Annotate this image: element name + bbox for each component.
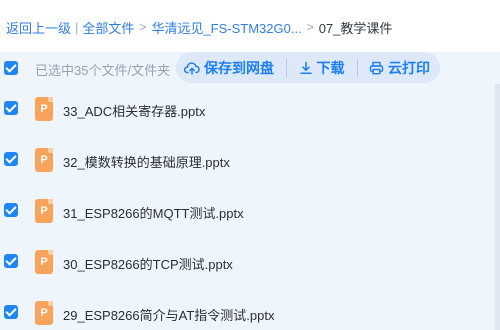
selection-count: 已选中35个文件/文件夹 [35, 63, 171, 78]
save-to-drive-label: 保存到网盘 [204, 59, 274, 76]
file-share-page: 返回上一级 | 全部文件 > 华清远见_FS-STM32G0... > 07_教… [0, 0, 500, 330]
current-folder: 07_教学课件 [318, 20, 393, 36]
pptx-file-icon: P [35, 148, 53, 172]
download-icon [299, 61, 312, 74]
toolbar: 已选中35个文件/文件夹 保存到网盘 下载 云打印 [0, 52, 500, 84]
download-button[interactable]: 下载 [287, 52, 357, 83]
pptx-file-icon: P [35, 301, 53, 325]
file-checkbox[interactable] [4, 152, 18, 166]
cloud-print-label: 云打印 [388, 59, 430, 76]
file-list: P 33_ADC相关寄存器.pptx P 32_模数转换的基础原理.pptx P… [0, 84, 500, 330]
back-link[interactable]: 返回上一级 [6, 18, 71, 37]
pptx-file-icon: P [35, 250, 53, 274]
file-row[interactable]: P 32_模数转换的基础原理.pptx [0, 135, 500, 186]
cloud-upload-icon [184, 61, 200, 75]
file-checkbox[interactable] [4, 305, 18, 319]
file-name[interactable]: 29_ESP8266简介与AT指令测试.pptx [63, 305, 274, 324]
breadcrumb-separator: | [75, 19, 79, 35]
file-checkbox[interactable] [4, 203, 18, 217]
file-row[interactable]: P 33_ADC相关寄存器.pptx [0, 84, 500, 135]
file-name[interactable]: 31_ESP8266的MQTT测试.pptx [63, 203, 244, 222]
cloud-print-button[interactable]: 云打印 [357, 52, 440, 83]
all-files-link[interactable]: 全部文件 [82, 18, 134, 37]
action-bar: 保存到网盘 下载 云打印 [176, 52, 440, 83]
file-checkbox[interactable] [4, 254, 18, 268]
file-name[interactable]: 33_ADC相关寄存器.pptx [63, 101, 205, 120]
file-row[interactable]: P 31_ESP8266的MQTT测试.pptx [0, 186, 500, 237]
file-row[interactable]: P 29_ESP8266简介与AT指令测试.pptx [0, 288, 500, 330]
file-checkbox[interactable] [4, 101, 18, 115]
select-all-checkbox[interactable] [4, 61, 18, 75]
breadcrumb: 返回上一级 | 全部文件 > 华清远见_FS-STM32G0... > 07_教… [0, 0, 500, 52]
download-label: 下载 [316, 59, 345, 76]
pptx-file-icon: P [35, 97, 53, 121]
file-name[interactable]: 32_模数转换的基础原理.pptx [63, 152, 230, 171]
file-row[interactable]: P 30_ESP8266的TCP测试.pptx [0, 237, 500, 288]
save-to-drive-button[interactable]: 保存到网盘 [176, 52, 286, 83]
breadcrumb-arrow: > [139, 20, 147, 34]
pptx-file-icon: P [35, 199, 53, 223]
folder-link[interactable]: 华清远见_FS-STM32G0... [151, 18, 301, 37]
printer-icon [369, 61, 384, 74]
breadcrumb-arrow: > [306, 20, 314, 34]
file-name[interactable]: 30_ESP8266的TCP测试.pptx [63, 254, 233, 273]
scrollbar[interactable] [495, 84, 500, 330]
